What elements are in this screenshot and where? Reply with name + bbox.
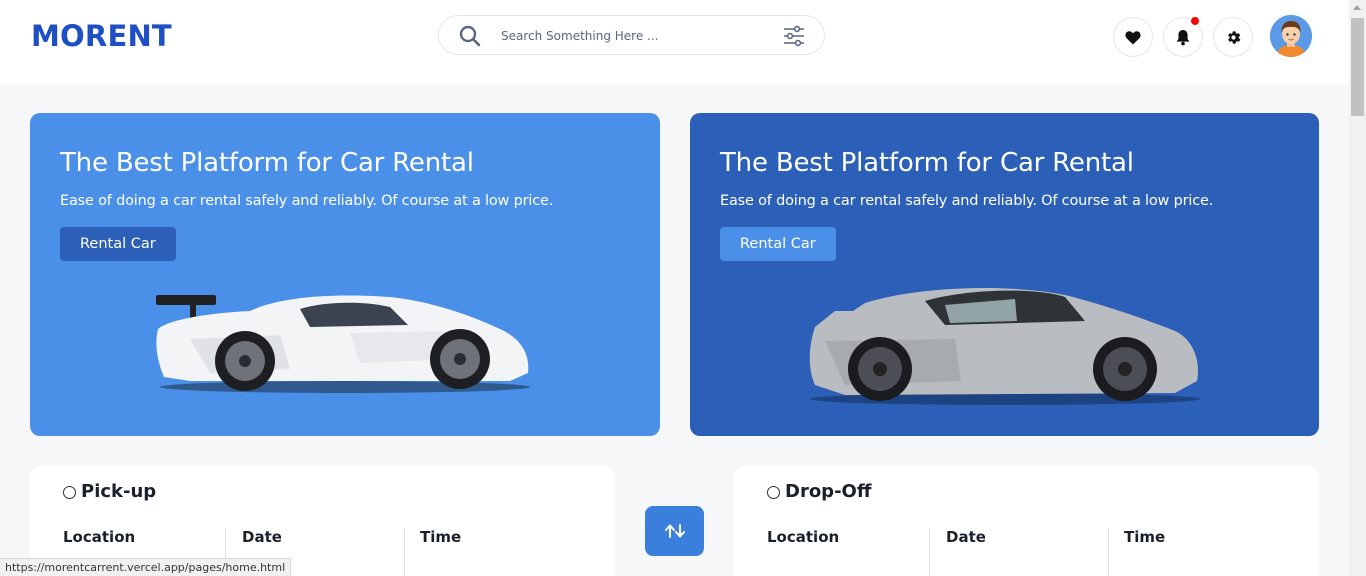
banner-title: The Best Platform for Car Rental bbox=[60, 148, 474, 178]
scroll-thumb[interactable] bbox=[1351, 18, 1364, 116]
divider bbox=[929, 528, 930, 576]
favorites-button[interactable] bbox=[1113, 17, 1153, 57]
promo-banner-2: The Best Platform for Car Rental Ease of… bbox=[690, 113, 1319, 436]
banner-subtitle: Ease of doing a car rental safely and re… bbox=[60, 193, 554, 209]
search-icon[interactable] bbox=[458, 24, 482, 48]
rental-car-button[interactable]: Rental Car bbox=[720, 227, 836, 261]
user-avatar-icon bbox=[1270, 15, 1312, 57]
notifications-button[interactable] bbox=[1163, 16, 1203, 57]
search-bar[interactable] bbox=[438, 15, 825, 55]
heart-icon bbox=[1125, 30, 1141, 44]
link-status-bar: https://morentcarrent.vercel.app/pages/h… bbox=[0, 558, 292, 576]
filter-icon[interactable] bbox=[782, 25, 806, 47]
notification-dot bbox=[1190, 16, 1200, 26]
dropoff-radio[interactable] bbox=[767, 486, 780, 499]
date-label: Date bbox=[946, 528, 986, 546]
swap-arrows-icon bbox=[664, 524, 685, 538]
top-header: MORENT bbox=[0, 0, 1349, 84]
divider bbox=[1108, 528, 1109, 576]
dropoff-date[interactable]: Date bbox=[946, 528, 986, 576]
time-label: Time bbox=[1124, 528, 1166, 546]
dropoff-time[interactable]: Time bbox=[1124, 528, 1165, 576]
time-label: Time bbox=[420, 528, 462, 546]
logo[interactable]: MORENT bbox=[31, 19, 172, 53]
swap-locations-button[interactable] bbox=[645, 506, 704, 556]
banner-title: The Best Platform for Car Rental bbox=[720, 148, 1134, 178]
pickup-title: Pick-up bbox=[81, 481, 157, 502]
dropoff-location[interactable]: Location bbox=[767, 528, 839, 576]
banner-subtitle: Ease of doing a car rental safely and re… bbox=[720, 193, 1214, 209]
scroll-up-arrow-icon[interactable] bbox=[1353, 5, 1361, 10]
location-label: Location bbox=[63, 528, 136, 546]
divider bbox=[404, 528, 405, 576]
promo-banner-1: The Best Platform for Car Rental Ease of… bbox=[30, 113, 660, 436]
page-scrollbar[interactable] bbox=[1349, 0, 1366, 576]
date-label: Date bbox=[242, 528, 282, 546]
white-sports-car-image bbox=[156, 295, 530, 393]
bell-icon bbox=[1176, 29, 1190, 45]
search-input[interactable] bbox=[501, 25, 781, 47]
settings-button[interactable] bbox=[1213, 17, 1253, 57]
pickup-time[interactable]: Time bbox=[420, 528, 461, 576]
avatar[interactable] bbox=[1270, 15, 1312, 57]
silver-sports-car-image bbox=[809, 288, 1200, 405]
pickup-radio[interactable] bbox=[63, 486, 76, 499]
location-label: Location bbox=[767, 528, 840, 546]
dropoff-title: Drop-Off bbox=[785, 481, 872, 502]
dropoff-panel: Drop-Off Location Date Time bbox=[734, 466, 1319, 576]
gear-icon bbox=[1227, 30, 1240, 44]
rental-car-button[interactable]: Rental Car bbox=[60, 227, 176, 261]
